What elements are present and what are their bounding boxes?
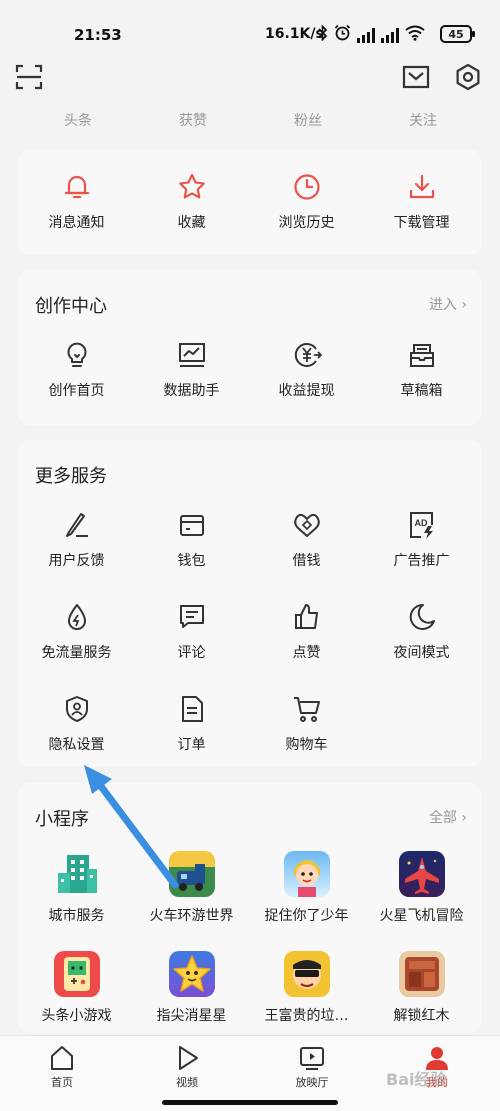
home-indicator[interactable]	[162, 1100, 338, 1105]
nav-home[interactable]: 首页	[12, 1044, 112, 1090]
annotation-arrow	[84, 765, 179, 889]
nav-video[interactable]: 视频	[137, 1044, 237, 1090]
nav-label: 视频	[176, 1076, 198, 1089]
nav-label: 放映厅	[295, 1076, 329, 1089]
watermark: Bai经验	[386, 1070, 447, 1089]
home-icon	[51, 1046, 73, 1070]
screen-play-icon	[300, 1047, 324, 1070]
nav-theater[interactable]: 放映厅	[262, 1044, 362, 1090]
play-icon	[179, 1046, 198, 1070]
nav-label: 首页	[51, 1076, 73, 1089]
